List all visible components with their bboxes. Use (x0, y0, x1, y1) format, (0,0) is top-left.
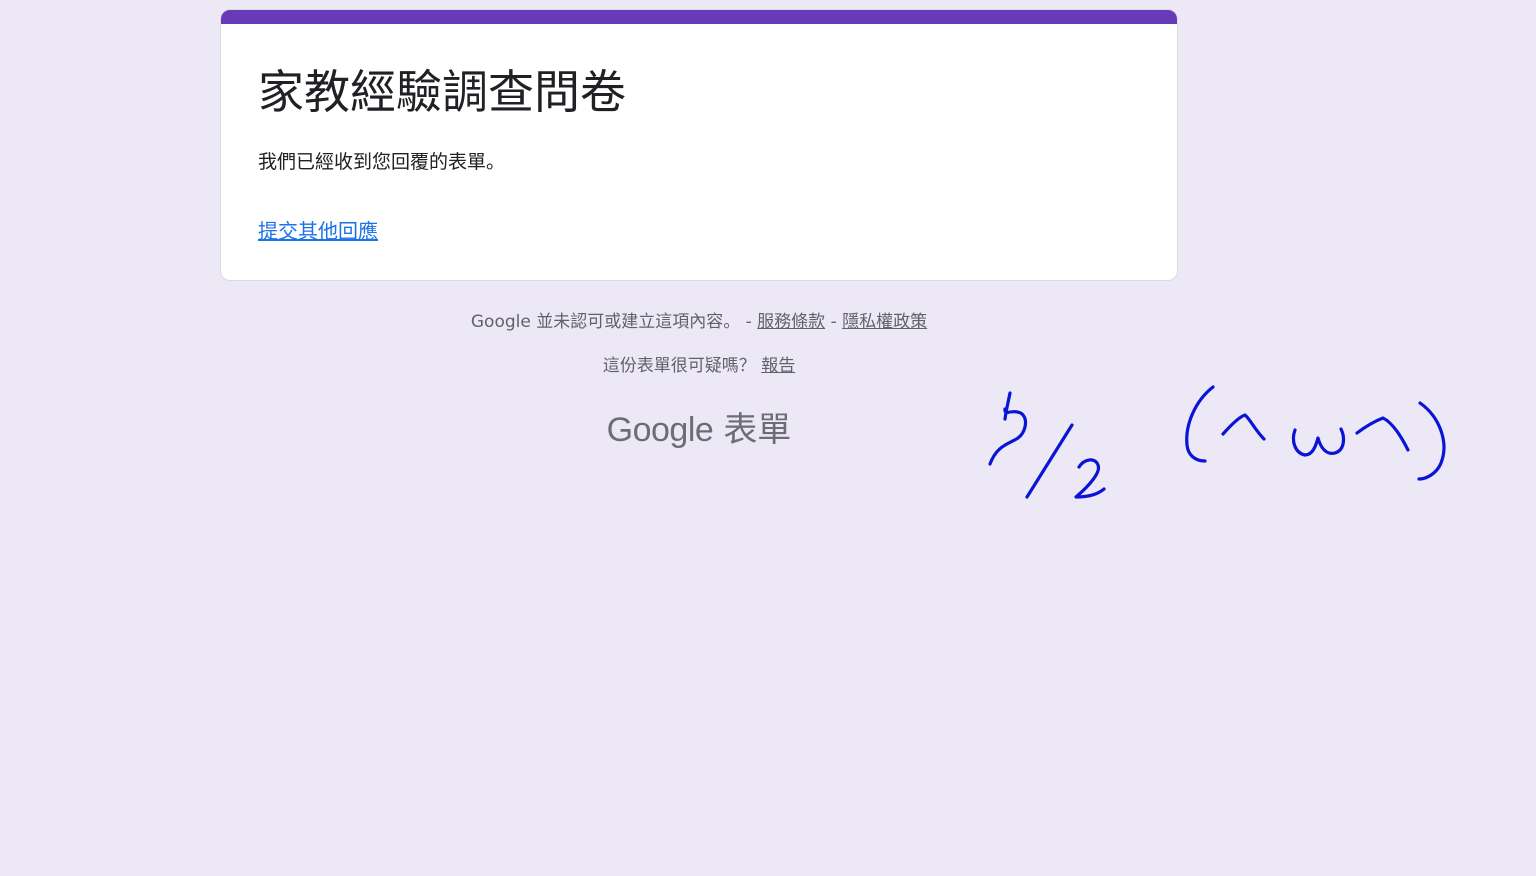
card-accent-bar (221, 10, 1177, 24)
footer-report-line: 這份表單很可疑嗎？ 報告 (220, 355, 1178, 377)
footer-separator: - (825, 312, 843, 332)
handwritten-caret-right (1355, 416, 1410, 452)
handwritten-open-paren (1185, 385, 1215, 463)
report-link[interactable]: 報告 (761, 356, 795, 376)
forms-wordmark: 表單 (723, 410, 792, 450)
privacy-policy-link[interactable]: 隱私權政策 (842, 312, 927, 332)
form-response-page: 家教經驗調查問卷 我們已經收到您回覆的表單。 提交其他回應 Google 並未認… (0, 0, 1536, 876)
terms-of-service-link[interactable]: 服務條款 (757, 312, 825, 332)
google-wordmark: Google (606, 411, 714, 449)
handwritten-caret-left (1221, 413, 1266, 441)
handwritten-w (1291, 427, 1346, 457)
form-title: 家教經驗調查問卷 (258, 65, 626, 119)
handwritten-annotation (988, 385, 1446, 499)
footer-disclaimer: Google 並未認可或建立這項內容。 - (470, 312, 758, 332)
handwritten-digit-2 (1074, 458, 1106, 499)
confirmation-card: 家教經驗調查問卷 我們已經收到您回覆的表單。 提交其他回應 (220, 9, 1178, 281)
footer-disclaimer-line: Google 並未認可或建立這項內容。 - 服務條款 - 隱私權政策 (220, 311, 1178, 333)
confirmation-message: 我們已經收到您回覆的表單。 (258, 151, 506, 173)
submit-another-response-link[interactable]: 提交其他回應 (258, 219, 378, 243)
handwritten-digit-5 (988, 391, 1028, 466)
handwritten-close-paren (1417, 401, 1446, 481)
handwritten-slash (1025, 423, 1074, 499)
report-prompt: 這份表單很可疑嗎？ (602, 356, 762, 376)
